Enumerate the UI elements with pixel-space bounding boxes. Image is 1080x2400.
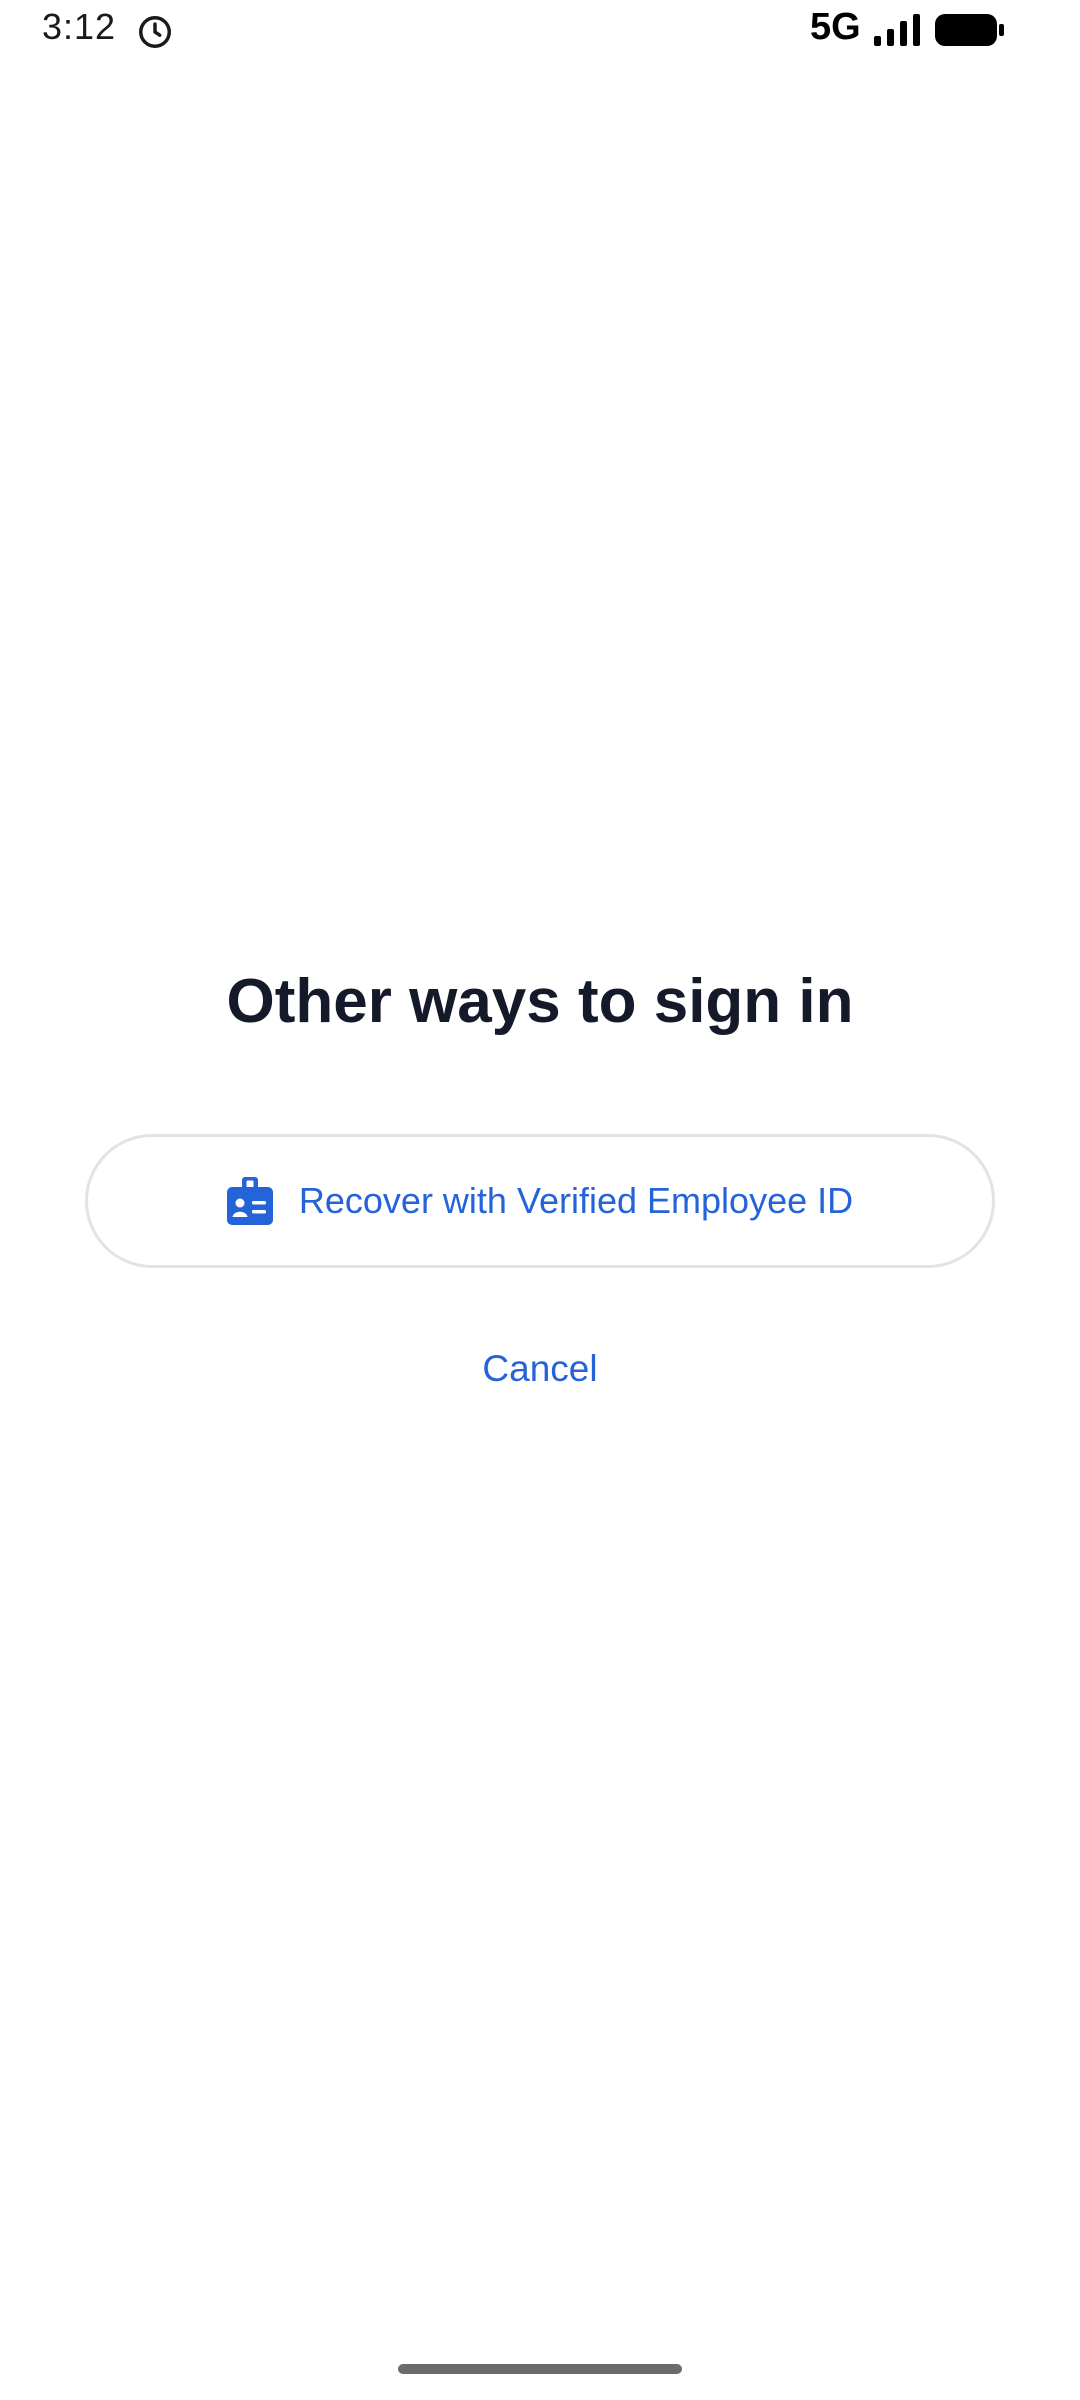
page-title: Other ways to sign in (226, 967, 854, 1036)
battery-icon (935, 14, 1004, 46)
recover-button-label: Recover with Verified Employee ID (298, 1180, 854, 1221)
cancel-button[interactable]: Cancel (0, 1348, 1080, 1390)
id-badge-icon (226, 1177, 273, 1225)
recover-employee-id-button[interactable]: Recover with Verified Employee ID (85, 1134, 995, 1268)
alarm-icon (139, 16, 171, 48)
home-indicator[interactable] (398, 2364, 682, 2374)
signal-icon (874, 14, 920, 46)
status-bar: 3:12 5G (0, 0, 1080, 62)
network-type: 5G (810, 6, 861, 48)
status-time: 3:12 (42, 6, 117, 47)
